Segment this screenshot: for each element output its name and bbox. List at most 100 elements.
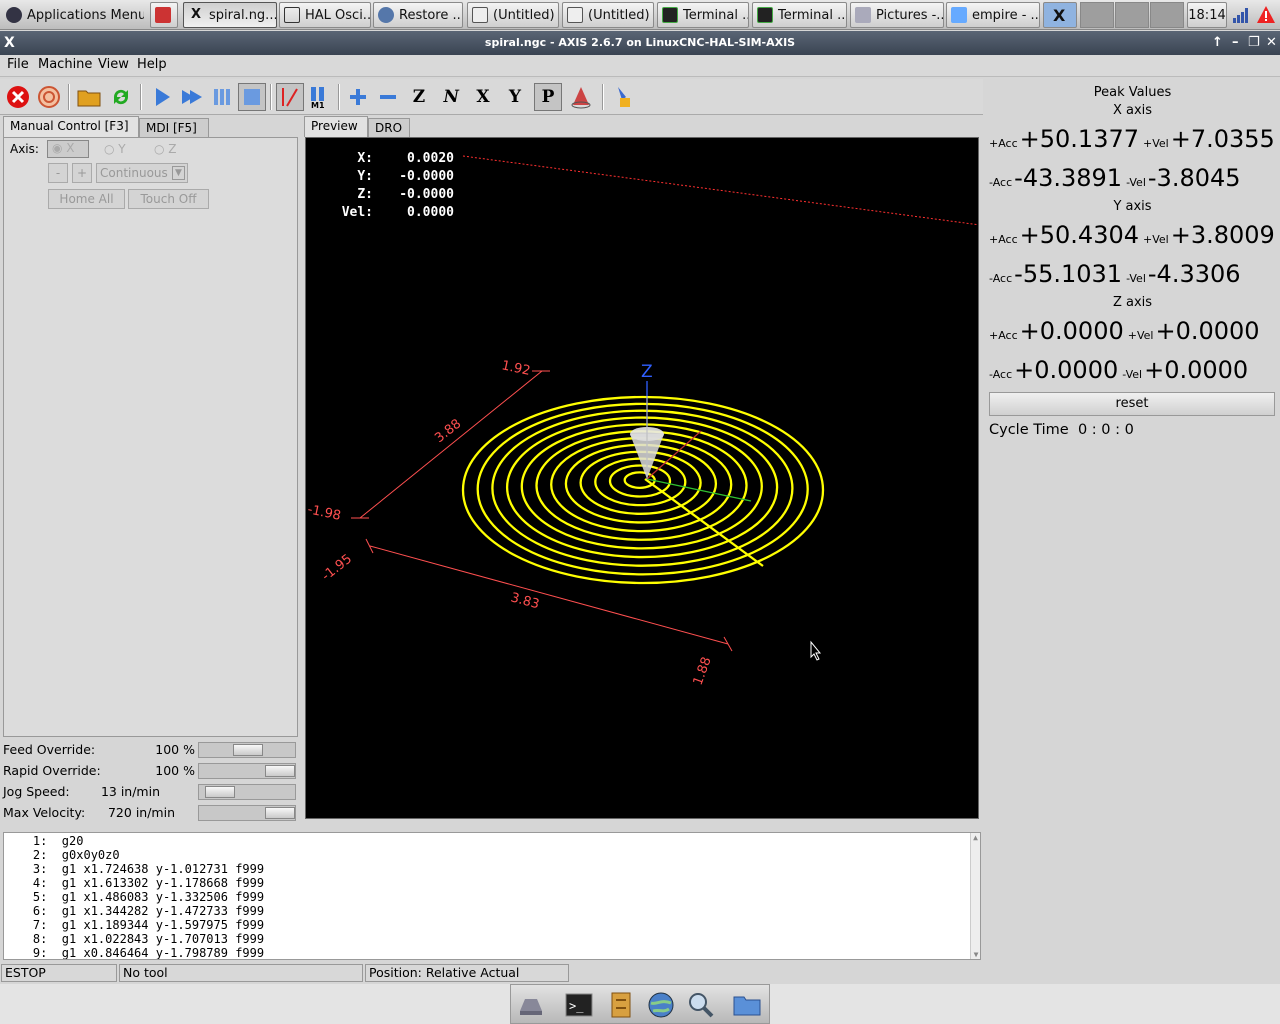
- gcode-line[interactable]: 2: g0x0y0z0: [4, 848, 980, 862]
- rotate-icon[interactable]: [567, 83, 595, 111]
- optional-stop-icon[interactable]: M1: [305, 83, 333, 111]
- task-empire[interactable]: empire - ...: [946, 2, 1040, 28]
- clock[interactable]: 18:14: [1187, 2, 1227, 28]
- stop-icon[interactable]: [238, 83, 266, 111]
- gcode-line[interactable]: 7: g1 x1.189344 y-1.597975 f999: [4, 918, 980, 932]
- menu-help[interactable]: Help: [137, 57, 167, 72]
- close-icon[interactable]: ✕: [1266, 31, 1277, 55]
- home-all-button[interactable]: Home All: [48, 189, 125, 209]
- show-desktop-icon[interactable]: [517, 991, 545, 1019]
- applications-menu-button[interactable]: Applications Menu: [2, 2, 144, 28]
- touch-off-button[interactable]: Touch Off: [128, 189, 209, 209]
- axis-radio-y[interactable]: ○ Y: [104, 142, 126, 156]
- menu-machine[interactable]: Machine: [38, 57, 92, 72]
- tab-mdi[interactable]: MDI [F5]: [139, 118, 209, 138]
- toolpath-preview[interactable]: X: 0.0020 Y: -0.0000 Z: -0.0000 Vel: 0.0…: [305, 137, 979, 819]
- open-file-icon[interactable]: [75, 83, 103, 111]
- folder-icon[interactable]: [733, 991, 761, 1019]
- jog-mode-select[interactable]: Continuous ▼: [96, 163, 188, 183]
- workspace-3[interactable]: [1115, 2, 1149, 28]
- view-y-icon[interactable]: Y: [501, 83, 529, 111]
- jog-speed-slider[interactable]: [198, 784, 296, 800]
- quit-button[interactable]: [150, 2, 178, 28]
- workspace-1[interactable]: X: [1043, 2, 1077, 28]
- axis-radio-x[interactable]: ◉ X: [47, 140, 89, 158]
- clear-plot-icon[interactable]: [610, 83, 638, 111]
- task-untitled-2[interactable]: (Untitled): [562, 2, 654, 28]
- task-restore[interactable]: Restore ...: [373, 2, 463, 28]
- zoom-out-icon[interactable]: [374, 83, 402, 111]
- menu-view[interactable]: View: [98, 57, 129, 72]
- menu-file[interactable]: File: [7, 57, 29, 72]
- svg-text:M1: M1: [311, 101, 325, 109]
- maximize-icon[interactable]: ❐: [1248, 31, 1260, 55]
- search-icon[interactable]: [687, 991, 715, 1019]
- tab-preview[interactable]: Preview: [304, 116, 368, 137]
- rapid-override-value: 100 %: [155, 763, 195, 778]
- gcode-line[interactable]: 5: g1 x1.486083 y-1.332506 f999: [4, 890, 980, 904]
- task-terminal-2[interactable]: Terminal ...: [752, 2, 847, 28]
- task-untitled-1[interactable]: (Untitled): [467, 2, 559, 28]
- gcode-line[interactable]: 6: g1 x1.344282 y-1.472733 f999: [4, 904, 980, 918]
- gcode-line[interactable]: 1: g20: [4, 834, 980, 848]
- dim-line-left: [359, 370, 543, 519]
- workspace-4[interactable]: [1150, 2, 1184, 28]
- task-spiral[interactable]: Xspiral.ng...: [183, 2, 277, 28]
- gcode-line[interactable]: 3: g1 x1.724638 y-1.012731 f999: [4, 862, 980, 876]
- max-velocity-value: 720 in/min: [107, 805, 175, 820]
- pause-icon[interactable]: [208, 83, 236, 111]
- view-p-icon[interactable]: P: [534, 83, 562, 111]
- axis-radio-z[interactable]: ○ Z: [154, 142, 177, 156]
- step-icon[interactable]: [178, 83, 206, 111]
- slider-thumb[interactable]: [205, 786, 235, 798]
- tab-dro[interactable]: DRO: [368, 118, 410, 138]
- gcode-line[interactable]: 8: g1 x1.022843 y-1.707013 f999: [4, 932, 980, 946]
- view-z2-icon[interactable]: N: [435, 83, 468, 111]
- feed-override-value: 100 %: [155, 742, 195, 757]
- max-velocity-slider[interactable]: [198, 805, 296, 821]
- scroll-up-icon[interactable]: ▲: [971, 833, 980, 842]
- window-menu-icon[interactable]: X: [4, 31, 15, 55]
- gcode-listing[interactable]: 1: g20 2: g0x0y0z0 3: g1 x1.724638 y-1.0…: [3, 832, 981, 960]
- axis-label: Axis:: [10, 142, 39, 156]
- gcode-line[interactable]: 4: g1 x1.613302 y-1.178668 f999: [4, 876, 980, 890]
- z-neg-vel: +0.0000: [1144, 356, 1249, 384]
- task-hal-osci[interactable]: HAL Osci...: [279, 2, 371, 28]
- terminal-icon[interactable]: >_: [565, 991, 593, 1019]
- estop-icon[interactable]: [4, 83, 32, 111]
- view-z-icon[interactable]: Z: [405, 83, 433, 111]
- workspace-2[interactable]: [1080, 2, 1114, 28]
- slider-thumb[interactable]: [233, 744, 263, 756]
- block-delete-icon[interactable]: [276, 83, 304, 111]
- network-signal-icon[interactable]: [1232, 6, 1250, 24]
- power-icon[interactable]: [35, 83, 63, 111]
- run-icon[interactable]: [148, 83, 176, 111]
- web-browser-icon[interactable]: [647, 991, 675, 1019]
- reload-icon[interactable]: [107, 83, 135, 111]
- slider-thumb[interactable]: [265, 765, 295, 777]
- gcode-scrollbar[interactable]: ▲ ▼: [970, 833, 980, 959]
- y-neg-vel: -4.3306: [1147, 260, 1241, 288]
- scroll-down-icon[interactable]: ▼: [971, 950, 980, 959]
- shade-icon[interactable]: ↑: [1212, 31, 1223, 55]
- window-title: spiral.ngc - AXIS 2.6.7 on LinuxCNC-HAL-…: [484, 36, 796, 49]
- window-titlebar[interactable]: X spiral.ngc - AXIS 2.6.7 on LinuxCNC-HA…: [0, 31, 1280, 55]
- terminal-icon: [662, 7, 678, 23]
- minimize-icon[interactable]: –: [1232, 31, 1239, 55]
- task-pictures[interactable]: Pictures -...: [850, 2, 944, 28]
- file-manager-icon[interactable]: [607, 991, 635, 1019]
- feed-override-slider[interactable]: [198, 742, 296, 758]
- jog-minus-button[interactable]: -: [48, 163, 68, 183]
- rapid-override-label: Rapid Override:: [3, 763, 101, 778]
- y-positive-row: +Acc +50.4304 +Vel +3.8009: [989, 221, 1275, 249]
- jog-plus-button[interactable]: +: [72, 163, 92, 183]
- tab-manual-control[interactable]: Manual Control [F3]: [3, 116, 139, 137]
- reset-button[interactable]: reset: [989, 392, 1275, 416]
- view-x-icon[interactable]: X: [469, 83, 497, 111]
- gcode-line[interactable]: 9: g1 x0.846464 y-1.798789 f999: [4, 946, 980, 959]
- slider-thumb[interactable]: [265, 807, 295, 819]
- task-terminal-1[interactable]: Terminal ...: [657, 2, 749, 28]
- rapid-override-slider[interactable]: [198, 763, 296, 779]
- zoom-in-icon[interactable]: [344, 83, 372, 111]
- warning-icon[interactable]: [1256, 5, 1276, 25]
